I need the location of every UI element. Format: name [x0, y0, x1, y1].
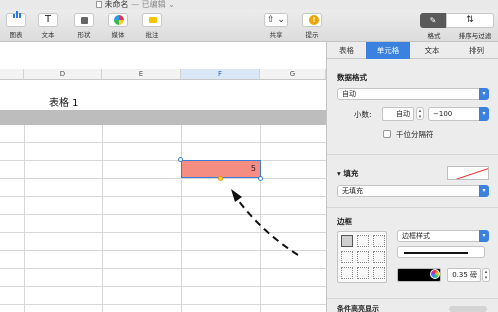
border-vertical-icon[interactable] — [357, 251, 369, 263]
border-right-icon[interactable] — [373, 251, 385, 263]
text-icon: T — [38, 13, 58, 27]
chart-button[interactable]: 图表 — [2, 11, 30, 41]
no-fill-slash-icon — [455, 168, 488, 179]
tips-icon: ! — [302, 13, 322, 27]
border-style-select[interactable]: 边框样式 ▾ — [397, 230, 489, 242]
inspector-panel: 表格 单元格 文本 排列 数据格式 自动 ▾ 小数: 自动 ▴ ▾ −100 ▾ … — [326, 42, 498, 312]
divider — [327, 154, 498, 155]
doc-icon — [96, 1, 102, 8]
media-button[interactable]: 媒体 — [104, 13, 132, 41]
title-chevron-icon: ⌄ — [168, 0, 175, 9]
doc-status: — 已编辑 — [131, 0, 166, 9]
data-format-select[interactable]: 自动 ▾ — [337, 88, 489, 100]
border-all-icon[interactable] — [341, 235, 353, 247]
border-left-icon[interactable] — [341, 251, 353, 263]
chevron-down-icon: ▾ — [479, 107, 489, 121]
border-style-value: 边框样式 — [402, 232, 430, 240]
window-titlebar: 未命名 — 已编辑 ⌄ — [0, 0, 498, 10]
fill-heading-label: 填充 — [343, 169, 359, 178]
chevron-down-icon: ▾ — [479, 88, 489, 100]
comment-icon — [142, 13, 162, 27]
sort-filter-icon[interactable]: ⇅ — [446, 13, 494, 28]
decimals-stepper[interactable]: ▴ ▾ — [416, 107, 424, 120]
chart-label: 图表 — [9, 31, 23, 39]
spreadsheet-canvas[interactable]: D E F G 表格 1 5 — [0, 42, 326, 312]
tab-table[interactable]: 表格 — [327, 42, 366, 59]
chevron-down-icon: ▾ — [479, 230, 489, 242]
format-brush-icon[interactable]: ✎ — [420, 13, 446, 28]
doc-name: 未命名 — [104, 0, 129, 9]
thousands-separator-checkbox[interactable] — [383, 130, 391, 138]
toolbar: 图表 T 文本 形状 媒体 批注 ⇧ ⌄ 共享 ! 提示 ✎ ⇅ 格式 排序与过… — [0, 10, 498, 42]
data-format-heading: 数据格式 — [337, 73, 367, 82]
border-picker[interactable] — [337, 231, 387, 283]
tab-arrange[interactable]: 排列 — [454, 42, 498, 59]
decimals-field[interactable]: 自动 — [382, 107, 414, 121]
negative-format-select[interactable]: −100 ▾ — [428, 107, 489, 121]
comment-label: 批注 — [145, 31, 159, 39]
media-icon — [108, 13, 128, 27]
disclosure-triangle-icon: ▾ — [337, 169, 341, 178]
drag-arrow-annotation — [231, 189, 299, 256]
border-width-field[interactable]: 0.35 磅 — [447, 268, 481, 282]
decimals-label: 小数: — [354, 110, 372, 119]
shape-button[interactable]: 形状 — [70, 13, 98, 41]
tips-button[interactable]: ! 提示 — [298, 13, 326, 41]
tips-label: 提示 — [305, 31, 319, 39]
border-bottom-icon[interactable] — [373, 267, 385, 279]
text-button[interactable]: T 文本 — [34, 13, 62, 41]
fill-select[interactable]: 无填充 ▾ — [337, 185, 489, 197]
fill-heading[interactable]: ▾ 填充 — [337, 168, 358, 179]
thousands-separator-label: 千位分隔符 — [396, 130, 434, 139]
data-format-value: 自动 — [342, 90, 356, 98]
comment-button[interactable]: 批注 — [138, 13, 166, 41]
share-icon: ⇧ ⌄ — [264, 13, 288, 27]
border-top-icon[interactable] — [341, 267, 353, 279]
divider — [327, 207, 498, 208]
format-label: 格式 — [427, 32, 441, 40]
document-title[interactable]: 未命名 — 已编辑 ⌄ — [96, 0, 175, 10]
media-label: 媒体 — [111, 31, 125, 39]
shape-icon — [74, 13, 94, 27]
line-style-select[interactable] — [397, 246, 485, 258]
border-outer-icon[interactable] — [373, 235, 385, 247]
border-heading: 边框 — [337, 217, 352, 226]
shape-label: 形状 — [77, 31, 91, 39]
inspector-tabs: 表格 单元格 文本 排列 — [327, 42, 498, 59]
negative-format-value: −100 — [433, 110, 453, 118]
border-width-stepper[interactable]: ▴ ▾ — [482, 268, 490, 282]
conditional-highlight-button[interactable] — [449, 306, 487, 312]
text-label: 文本 — [41, 31, 55, 39]
tab-cell[interactable]: 单元格 — [366, 42, 410, 59]
fill-value: 无填充 — [342, 187, 363, 195]
color-wheel-icon[interactable] — [430, 269, 440, 279]
sort-filter-label: 排序与过滤 — [458, 32, 492, 40]
fill-swatch[interactable] — [447, 166, 489, 180]
border-horizontal-icon[interactable] — [357, 267, 369, 279]
chevron-down-icon: ▾ — [479, 185, 489, 197]
share-label: 共享 — [269, 31, 283, 39]
share-button[interactable]: ⇧ ⌄ 共享 — [261, 13, 291, 41]
border-inner-icon[interactable] — [357, 235, 369, 247]
chart-icon — [6, 11, 26, 27]
divider — [327, 298, 498, 299]
tab-text[interactable]: 文本 — [410, 42, 454, 59]
